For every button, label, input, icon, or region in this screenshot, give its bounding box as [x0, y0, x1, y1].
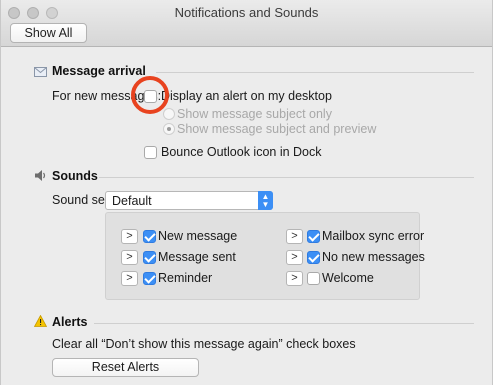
expand-no-new-messages-button[interactable]: > [286, 250, 303, 265]
message-sent-checkbox[interactable] [143, 251, 156, 264]
warning-icon [34, 315, 47, 327]
welcome-label: Welcome [322, 271, 374, 285]
sounds-panel: > New message > Message sent > Reminder … [105, 212, 425, 300]
reminder-label: Reminder [158, 271, 213, 285]
bounce-icon-checkbox[interactable] [144, 146, 157, 159]
highlight-circle [131, 76, 169, 114]
section-divider [94, 323, 474, 324]
expand-new-message-button[interactable]: > [121, 229, 138, 244]
title-bar: Notifications and Sounds Show All [1, 0, 492, 47]
no-new-messages-checkbox[interactable] [307, 251, 320, 264]
expand-reminder-button[interactable]: > [121, 271, 138, 286]
sound-set-label: Sound set: [52, 193, 112, 207]
section-divider [99, 177, 474, 178]
envelope-icon [34, 67, 47, 77]
sound-set-value: Default [112, 194, 152, 208]
mailbox-sync-error-checkbox[interactable] [307, 230, 320, 243]
subject-only-radio[interactable] [163, 108, 175, 120]
expand-mailbox-sync-error-button[interactable]: > [286, 229, 303, 244]
sound-set-select[interactable]: Default ▲ ▼ [105, 191, 273, 210]
display-alert-label: Display an alert on my desktop [161, 89, 332, 103]
show-all-button[interactable]: Show All [10, 23, 87, 43]
reminder-checkbox[interactable] [143, 272, 156, 285]
new-message-label: New message [158, 229, 238, 243]
message-arrival-heading: Message arrival [52, 64, 146, 78]
welcome-checkbox[interactable] [307, 272, 320, 285]
expand-message-sent-button[interactable]: > [121, 250, 138, 265]
sounds-heading: Sounds [52, 169, 98, 183]
reset-alerts-button[interactable]: Reset Alerts [52, 358, 199, 377]
no-new-messages-label: No new messages [322, 250, 425, 264]
speaker-icon [35, 170, 46, 181]
section-divider [156, 72, 474, 73]
subject-preview-radio[interactable] [163, 123, 175, 135]
preferences-window: Notifications and Sounds Show All Messag… [0, 0, 493, 385]
alerts-description: Clear all “Don’t show this message again… [52, 337, 356, 351]
subject-preview-label: Show message subject and preview [177, 122, 377, 136]
chevron-updown-icon: ▲ ▼ [258, 191, 273, 210]
mailbox-sync-error-label: Mailbox sync error [322, 229, 425, 243]
window-title: Notifications and Sounds [174, 5, 319, 20]
new-message-checkbox[interactable] [143, 230, 156, 243]
subject-only-label: Show message subject only [177, 107, 332, 121]
alerts-heading: Alerts [52, 315, 88, 329]
message-sent-label: Message sent [158, 250, 236, 264]
bounce-icon-label: Bounce Outlook icon in Dock [161, 145, 322, 159]
expand-welcome-button[interactable]: > [286, 271, 303, 286]
